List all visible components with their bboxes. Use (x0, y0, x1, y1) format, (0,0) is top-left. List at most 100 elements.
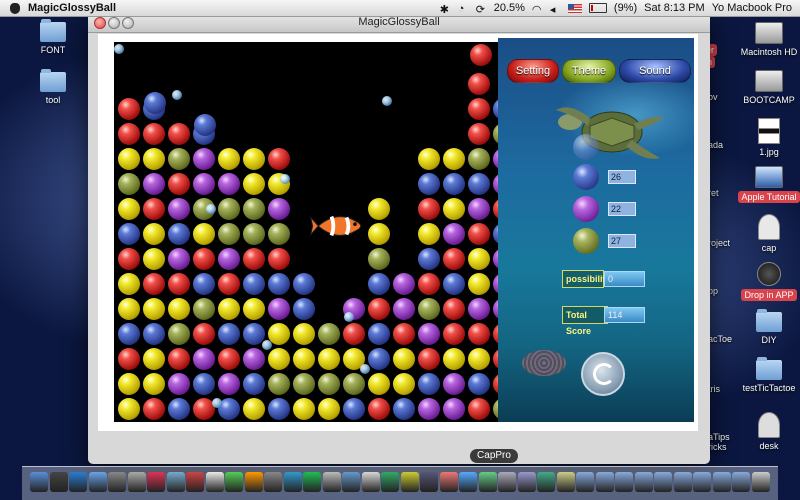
capro-label[interactable]: CapPro (470, 449, 518, 463)
ball-blue[interactable] (418, 248, 440, 270)
ball-yellow[interactable] (118, 373, 140, 395)
ball-olive[interactable] (243, 223, 265, 245)
ball-yellow[interactable] (318, 398, 340, 420)
ball-red[interactable] (118, 123, 140, 145)
ball-purple[interactable] (218, 373, 240, 395)
ball-purple[interactable] (443, 223, 465, 245)
ball-red[interactable] (118, 98, 140, 120)
ball-purple[interactable] (218, 173, 240, 195)
ball-olive[interactable] (318, 323, 340, 345)
game-board[interactable] (114, 42, 498, 422)
ball-yellow[interactable] (468, 248, 490, 270)
ball-red[interactable] (443, 248, 465, 270)
ball-red[interactable] (193, 248, 215, 270)
ball-red[interactable] (168, 173, 190, 195)
ball-red[interactable] (443, 323, 465, 345)
sound-button[interactable]: Sound (619, 59, 691, 83)
ball-yellow[interactable] (368, 198, 390, 220)
ball-olive[interactable] (343, 373, 365, 395)
ball-blue[interactable] (194, 114, 216, 136)
dock-app-icon[interactable] (517, 472, 536, 492)
ball-red[interactable] (418, 273, 440, 295)
ball-olive[interactable] (168, 323, 190, 345)
ball-red[interactable] (468, 323, 490, 345)
volume-icon[interactable]: ◂ (550, 3, 561, 16)
ball-yellow[interactable] (393, 348, 415, 370)
ball-purple[interactable] (168, 198, 190, 220)
partial-desktop-label[interactable]: ret (708, 188, 738, 198)
partial-desktop-label[interactable]: aTips ricks (708, 432, 742, 452)
ball-red[interactable] (118, 348, 140, 370)
dock-app-icon[interactable] (244, 472, 263, 492)
ball-blue[interactable] (243, 373, 265, 395)
ball-blue[interactable] (443, 173, 465, 195)
partial-desktop-label[interactable]: tris (708, 384, 738, 394)
partial-desktop-label[interactable]: ada (708, 140, 738, 150)
ball-yellow[interactable] (293, 323, 315, 345)
ball-red[interactable] (218, 348, 240, 370)
desktop-icon-test-tictactoe[interactable]: testTicTactoe (738, 357, 800, 393)
ball-yellow[interactable] (443, 148, 465, 170)
partial-desktop-label[interactable]: acToe (708, 334, 742, 344)
ball-red[interactable] (468, 98, 490, 120)
ball-olive[interactable] (168, 148, 190, 170)
ball-olive[interactable] (418, 298, 440, 320)
ball-olive[interactable] (368, 248, 390, 270)
ball-blue[interactable] (168, 223, 190, 245)
ball-yellow[interactable] (243, 173, 265, 195)
desktop-icon-drop-in-app[interactable]: Drop in APP (738, 262, 800, 301)
ball-blue[interactable] (118, 323, 140, 345)
dock-app-icon[interactable] (556, 472, 575, 492)
ball-olive[interactable] (318, 373, 340, 395)
ball-yellow[interactable] (143, 373, 165, 395)
setting-button[interactable]: Setting (507, 59, 559, 83)
dock-app-icon[interactable] (30, 472, 48, 492)
ball-blue[interactable] (143, 323, 165, 345)
ball-blue[interactable] (268, 273, 290, 295)
dock-app-icon[interactable] (88, 472, 107, 492)
ball-blue[interactable] (368, 273, 390, 295)
ball-yellow[interactable] (143, 148, 165, 170)
ball-red[interactable] (470, 44, 492, 66)
dock-app-icon[interactable] (225, 472, 243, 492)
clock[interactable]: Sat 8:13 PM (644, 2, 705, 14)
ball-yellow[interactable] (218, 298, 240, 320)
ball-yellow[interactable] (368, 373, 390, 395)
dock-app-icon[interactable] (693, 472, 711, 492)
ball-purple[interactable] (143, 173, 165, 195)
dock-app-icon[interactable] (751, 472, 770, 492)
ball-blue[interactable] (368, 323, 390, 345)
desktop-icon-desk[interactable]: desk (738, 412, 800, 451)
desktop-icon-tool[interactable]: tool (22, 69, 84, 105)
ball-blue[interactable] (343, 398, 365, 420)
dock-app-icon[interactable] (205, 472, 224, 492)
ball-purple[interactable] (418, 323, 440, 345)
dock-app-icon[interactable] (732, 472, 750, 492)
ball-yellow[interactable] (118, 273, 140, 295)
ball-yellow[interactable] (293, 398, 315, 420)
dock-app-icon[interactable] (615, 472, 633, 492)
ball-purple[interactable] (468, 198, 490, 220)
partial-desktop-label[interactable]: roject (708, 238, 742, 248)
ball-purple[interactable] (193, 173, 215, 195)
ball-purple[interactable] (443, 398, 465, 420)
ball-red[interactable] (418, 348, 440, 370)
ball-blue[interactable] (193, 373, 215, 395)
ball-purple[interactable] (193, 348, 215, 370)
partial-desktop-label[interactable]: ov (708, 92, 738, 102)
desktop-icon-bootcamp[interactable]: BOOTCAMP (738, 70, 800, 105)
ball-red[interactable] (243, 248, 265, 270)
ball-purple[interactable] (193, 148, 215, 170)
input-source-flag-icon[interactable] (567, 3, 582, 13)
ball-yellow[interactable] (143, 223, 165, 245)
ball-blue[interactable] (418, 173, 440, 195)
zoom-button[interactable] (122, 17, 134, 29)
ball-yellow[interactable] (268, 348, 290, 370)
battery-percent[interactable]: 20.5% (494, 2, 525, 14)
dock-app-icon[interactable] (439, 472, 458, 492)
ball-blue[interactable] (268, 398, 290, 420)
dock-app-icon[interactable] (634, 472, 653, 492)
ball-yellow[interactable] (443, 198, 465, 220)
ball-olive[interactable] (118, 173, 140, 195)
battery-charge[interactable]: (9%) (614, 2, 637, 14)
